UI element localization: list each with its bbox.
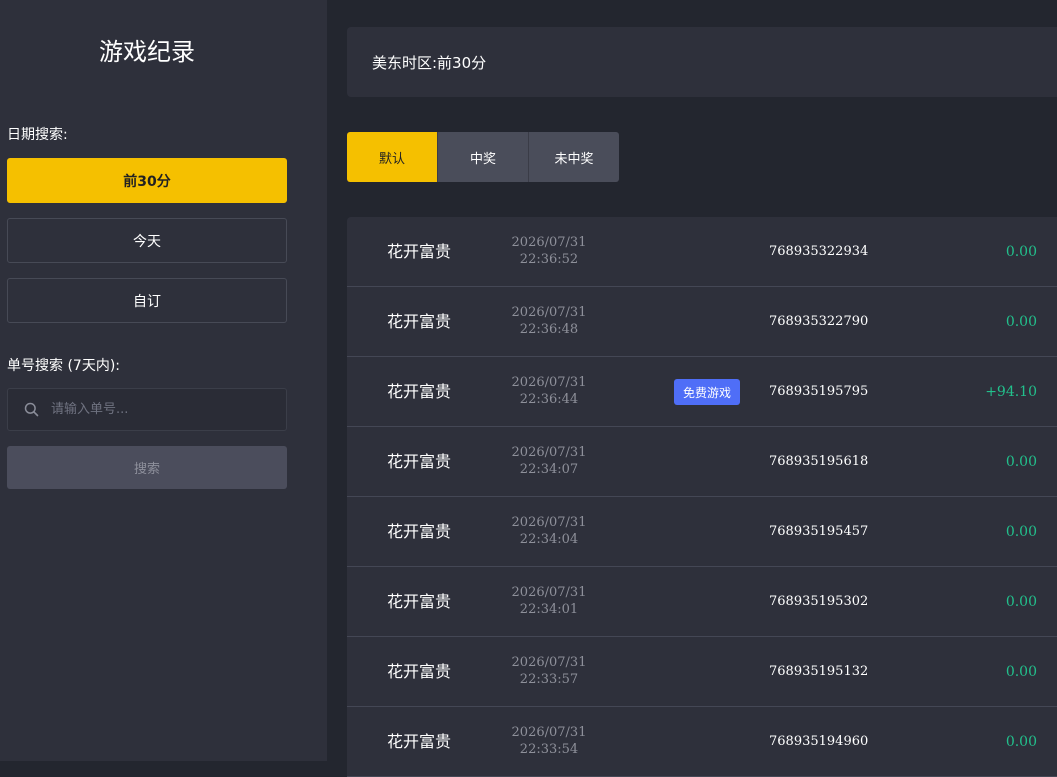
search-icon [24,402,39,417]
record-date: 2026/07/31 [511,305,587,320]
tab-won[interactable]: 中奖 [437,132,528,182]
record-datetime: 2026/07/31 22:34:04 [497,514,601,548]
win-amount: 0.00 [1005,734,1037,750]
order-number: 768935194960 [769,734,869,749]
order-number: 768935195618 [769,454,869,469]
free-game-badge: 免费游戏 [674,379,741,405]
record-row[interactable]: 花开富贵 2026/07/31 22:34:04 768935195457 0.… [347,497,1057,567]
order-search-label: 单号搜索 (7天内): [7,358,120,374]
record-datetime: 2026/07/31 22:36:44 [497,374,601,408]
record-date: 2026/07/31 [511,515,587,530]
game-name: 花开富贵 [387,452,452,471]
record-date: 2026/07/31 [511,445,587,460]
tab-default[interactable]: 默认 [347,132,437,182]
order-number: 768935195795 [769,384,869,399]
record-date: 2026/07/31 [511,585,587,600]
win-amount: 0.00 [1005,594,1037,610]
order-number: 768935195302 [769,594,869,609]
date-button-today[interactable]: 今天 [7,218,287,263]
record-list: 花开富贵 2026/07/31 22:36:52 768935322934 0.… [347,217,1057,777]
record-time: 22:33:57 [519,672,579,687]
timezone-label: 美东时区:前30分 [372,53,487,72]
record-time: 22:34:01 [519,602,579,617]
search-button[interactable]: 搜索 [7,446,287,489]
record-datetime: 2026/07/31 22:36:52 [497,234,601,268]
tab-not-won[interactable]: 未中奖 [528,132,619,182]
page-title: 游戏纪录 [99,38,195,66]
order-search-input[interactable] [49,401,286,418]
game-name: 花开富贵 [387,662,452,681]
timezone-bar: 美东时区:前30分 [347,27,1057,97]
date-button-last-30-min[interactable]: 前30分 [7,158,287,203]
record-time: 22:34:04 [519,532,579,547]
date-button-custom[interactable]: 自订 [7,278,287,323]
record-row[interactable]: 花开富贵 2026/07/31 22:36:52 768935322934 0.… [347,217,1057,287]
record-time: 22:36:52 [519,252,579,267]
record-row[interactable]: 花开富贵 2026/07/31 22:36:44 免费游戏 7689351957… [347,357,1057,427]
win-amount: 0.00 [1005,664,1037,680]
order-number: 768935322934 [769,244,869,259]
record-date: 2026/07/31 [511,725,587,740]
record-row[interactable]: 花开富贵 2026/07/31 22:34:01 768935195302 0.… [347,567,1057,637]
game-name: 花开富贵 [387,592,452,611]
game-name: 花开富贵 [387,242,452,261]
record-time: 22:34:07 [519,462,579,477]
record-time: 22:36:44 [519,392,579,407]
win-amount: 0.00 [1005,454,1037,470]
game-name: 花开富贵 [387,382,452,401]
win-amount: 0.00 [1005,524,1037,540]
record-time: 22:36:48 [519,322,579,337]
record-datetime: 2026/07/31 22:33:54 [497,724,601,758]
record-row[interactable]: 花开富贵 2026/07/31 22:33:57 768935195132 0.… [347,637,1057,707]
record-row[interactable]: 花开富贵 2026/07/31 22:33:54 768935194960 0.… [347,707,1057,777]
record-date: 2026/07/31 [511,235,587,250]
record-datetime: 2026/07/31 22:33:57 [497,654,601,688]
record-datetime: 2026/07/31 22:34:07 [497,444,601,478]
record-date: 2026/07/31 [511,655,587,670]
win-amount: 0.00 [1005,244,1037,260]
record-datetime: 2026/07/31 22:34:01 [497,584,601,618]
record-date: 2026/07/31 [511,375,587,390]
record-row[interactable]: 花开富贵 2026/07/31 22:34:07 768935195618 0.… [347,427,1057,497]
win-amount: +94.10 [985,384,1037,400]
order-search-box[interactable] [7,388,287,431]
order-number: 768935195132 [769,664,869,679]
record-datetime: 2026/07/31 22:36:48 [497,304,601,338]
game-name: 花开富贵 [387,732,452,751]
date-search-label: 日期搜索: [7,127,68,143]
record-row[interactable]: 花开富贵 2026/07/31 22:36:48 768935322790 0.… [347,287,1057,357]
game-name: 花开富贵 [387,522,452,541]
game-name: 花开富贵 [387,312,452,331]
result-filter-tabs: 默认 中奖 未中奖 [347,132,619,182]
record-time: 22:33:54 [519,742,579,757]
order-number: 768935322790 [769,314,869,329]
sidebar: 游戏纪录 日期搜索: 前30分 今天 自订 单号搜索 (7天内): 搜索 [0,0,327,761]
order-number: 768935195457 [769,524,869,539]
win-amount: 0.00 [1005,314,1037,330]
